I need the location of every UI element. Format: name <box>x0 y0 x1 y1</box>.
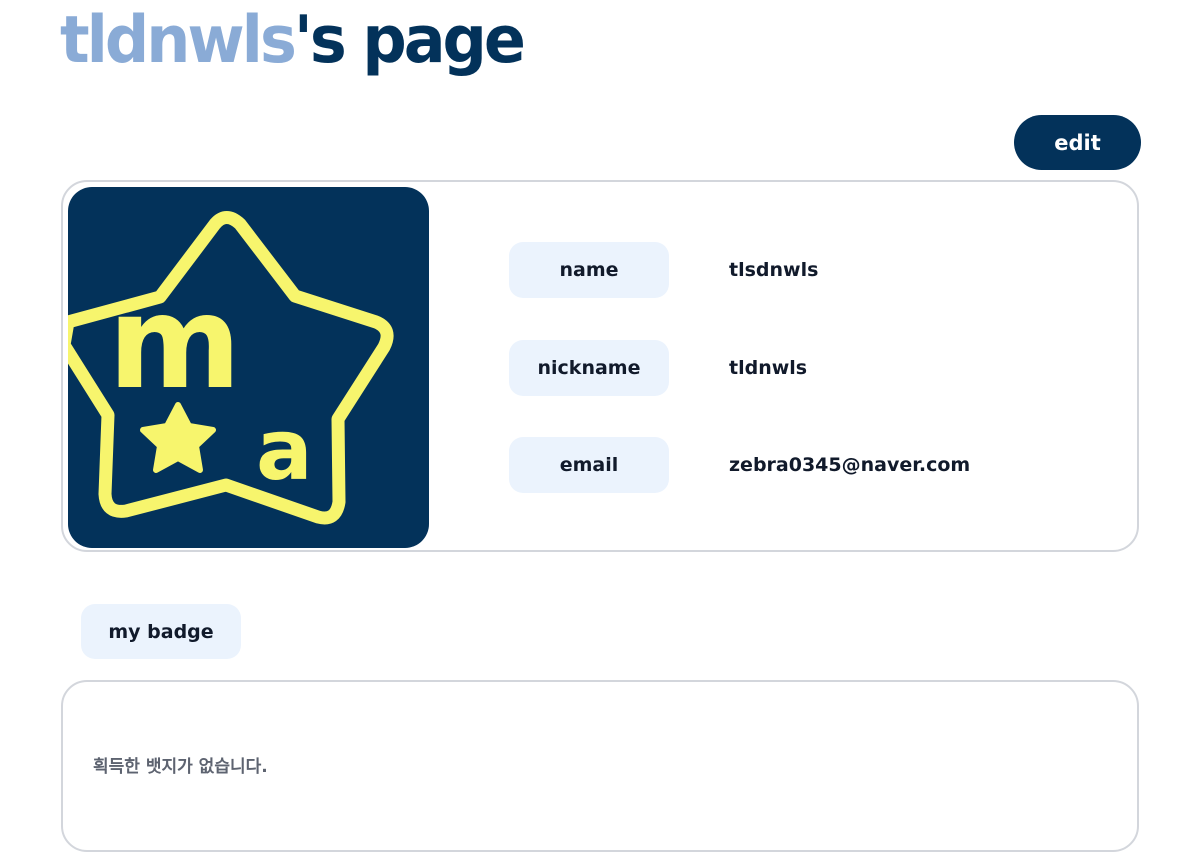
logo-star-icon: m a <box>68 211 394 525</box>
page-title-username: tldnwls <box>60 1 297 78</box>
nickname-value: tldnwls <box>729 357 808 379</box>
badge-card: 획득한 뱃지가 없습니다. <box>61 680 1139 852</box>
nickname-label: nickname <box>509 340 669 396</box>
edit-button[interactable]: edit <box>1014 115 1141 170</box>
page-title-suffix: 's page <box>293 1 526 78</box>
info-row-email: email zebra0345@naver.com <box>509 437 1109 493</box>
my-badge-label: my badge <box>81 604 241 659</box>
avatar-letter-a: a <box>256 401 313 499</box>
email-label: email <box>509 437 669 493</box>
avatar: m a <box>68 187 429 548</box>
avatar-letter-m: m <box>108 269 241 418</box>
profile-card: m a name tlsdnwls nickname tldnwls email… <box>61 180 1139 552</box>
email-value: zebra0345@naver.com <box>729 454 971 476</box>
name-value: tlsdnwls <box>729 259 819 281</box>
info-row-nickname: nickname tldnwls <box>509 340 1109 396</box>
info-row-name: name tlsdnwls <box>509 242 1109 298</box>
page-title: tldnwls's page <box>60 1 526 78</box>
name-label: name <box>509 242 669 298</box>
badge-empty-message: 획득한 뱃지가 없습니다. <box>93 757 268 777</box>
